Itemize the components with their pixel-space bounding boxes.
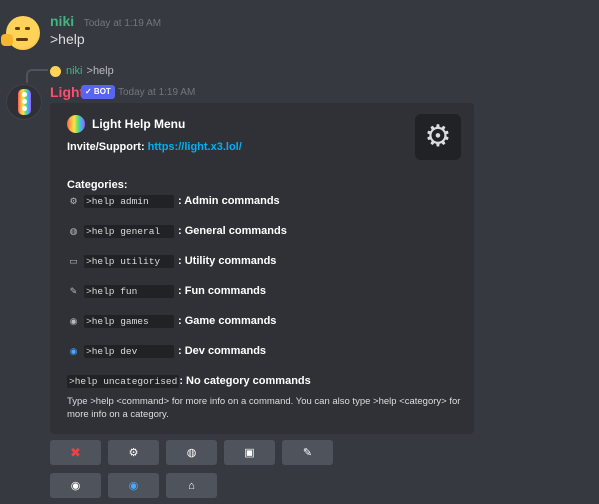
box-icon: ▭ (67, 254, 80, 268)
command-row-games: ◉ >help games : Game commands (67, 314, 276, 328)
command-desc: : Fun commands (178, 285, 267, 297)
invite-label: Invite/Support: (67, 141, 145, 153)
command-desc: : Utility commands (178, 255, 277, 267)
command-code: >help games (84, 314, 174, 328)
traffic-light-icon (18, 89, 31, 115)
emoji-eye-right (25, 27, 30, 30)
close-button[interactable]: ✖ (50, 440, 101, 465)
gamepad-icon: ◉ (70, 480, 81, 492)
eye-icon: ◉ (67, 344, 80, 358)
invite-link[interactable]: https://light.x3.lol/ (148, 141, 242, 153)
gear-icon: ⚙ (67, 194, 80, 208)
embed-footer-text: Type >help <command> for more info on a … (67, 396, 461, 420)
command-code: >help general (84, 224, 174, 238)
command-row-general: ◍ >help general : General commands (67, 224, 287, 238)
command-code: >help utility (84, 254, 174, 268)
invite-line: Invite/Support: https://light.x3.lol/ (67, 141, 242, 153)
admin-button[interactable]: ⚙ (108, 440, 159, 465)
magic-wand-icon: ✎ (67, 284, 80, 298)
username[interactable]: niki (50, 13, 74, 29)
games-button[interactable]: ◉ (50, 473, 101, 498)
help-embed: Light Help Menu ⚙ Invite/Support: https:… (50, 103, 474, 434)
eye-icon: ◉ (128, 480, 139, 492)
command-row-uncategorised: >help uncategorised : No category comman… (67, 374, 311, 388)
gear-icon: ⚙ (424, 120, 452, 153)
command-row-fun: ✎ >help fun : Fun commands (67, 284, 266, 298)
general-button[interactable]: ◍ (166, 440, 217, 465)
emoji-eye-left (15, 27, 20, 30)
embed-author-icon (67, 115, 85, 133)
command-desc: : Dev commands (178, 345, 267, 357)
command-row-dev: ◉ >help dev : Dev commands (67, 344, 266, 358)
bot-message-header: Light (50, 84, 84, 100)
timestamp: Today at 1:19 AM (118, 87, 196, 98)
gear-icon: ⚙ (128, 447, 139, 459)
close-icon: ✖ (70, 444, 81, 460)
reply-reference[interactable]: niki >help (50, 65, 114, 77)
fun-button[interactable]: ✎ (282, 440, 333, 465)
categories-heading: Categories: (67, 179, 128, 191)
command-code: >help fun (84, 284, 174, 298)
command-desc: : Admin commands (178, 195, 280, 207)
embed-thumbnail[interactable]: ⚙ (415, 114, 461, 160)
utility-button[interactable]: ▣ (224, 440, 275, 465)
globe-icon: ◍ (67, 224, 80, 238)
command-code: >help uncategorised (67, 374, 180, 388)
reply-author: niki (66, 65, 83, 77)
gamepad-icon: ◉ (67, 314, 80, 328)
timestamp: Today at 1:19 AM (83, 18, 162, 29)
command-desc: : No category commands (179, 375, 311, 387)
embed-title: Light Help Menu (92, 117, 186, 131)
command-code: >help admin (84, 194, 174, 208)
reply-text: >help (86, 65, 114, 77)
globe-icon: ◍ (186, 447, 197, 459)
bot-tag: ✓ BOT (81, 85, 115, 99)
home-button[interactable]: ⌂ (166, 473, 217, 498)
command-code: >help dev (84, 344, 174, 358)
magic-wand-icon: ✎ (302, 447, 313, 459)
bot-avatar-light[interactable] (6, 84, 42, 120)
user-avatar-niki[interactable] (1, 16, 40, 50)
command-desc: : Game commands (178, 315, 277, 327)
emoji-hand (1, 34, 13, 46)
emoji-mouth (16, 38, 28, 41)
bot-username[interactable]: Light (50, 84, 84, 100)
message-header: niki Today at 1:19 AM (50, 13, 161, 29)
message-text: >help (50, 31, 85, 47)
dev-button[interactable]: ◉ (108, 473, 159, 498)
box-icon: ▣ (244, 447, 255, 459)
reply-connector (26, 69, 48, 83)
command-row-admin: ⚙ >help admin : Admin commands (67, 194, 280, 208)
reply-avatar-icon (50, 65, 61, 77)
command-row-utility: ▭ >help utility : Utility commands (67, 254, 276, 268)
home-icon: ⌂ (188, 479, 195, 492)
command-desc: : General commands (178, 225, 287, 237)
